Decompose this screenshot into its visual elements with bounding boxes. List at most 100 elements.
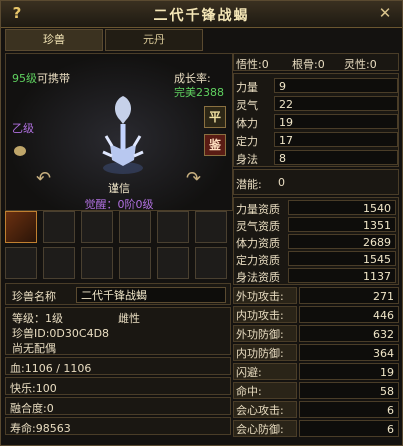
attribute-row: 定力 17 <box>234 132 400 148</box>
combat-label: 闪避: <box>233 363 297 380</box>
tab-bar: 珍兽 元丹 <box>5 29 229 51</box>
pet-gender: 雌性 <box>118 312 140 325</box>
skill-slot[interactable] <box>81 211 113 243</box>
pet-level: 等级：1级 <box>12 312 63 325</box>
life-text: 寿命:98563 <box>10 422 71 435</box>
potential-value: 0 <box>278 176 285 189</box>
attribute-value: 9 <box>274 78 398 93</box>
carry-level-number: 95级 <box>12 72 37 85</box>
potential-box: 潜能: 0 <box>233 169 399 195</box>
aptitude-value: 1545 <box>288 251 396 266</box>
skill-slots-row-1 <box>5 211 231 245</box>
combat-value: 364 <box>299 344 399 361</box>
aptitude-row: 力量资质 1540 <box>234 200 400 216</box>
aptitude-label: 身法资质 <box>236 271 280 284</box>
awaken-level: 觉醒：0阶0级 <box>84 198 154 211</box>
skill-slot[interactable] <box>43 211 75 243</box>
attribute-row: 体力 19 <box>234 114 400 130</box>
skill-slots-row-2 <box>5 247 231 281</box>
attribute-value: 17 <box>274 132 398 147</box>
attribute-value: 22 <box>274 96 398 111</box>
combat-label: 外功防御: <box>233 325 297 342</box>
hp-text: 血:1106 / 1106 <box>10 362 92 375</box>
combat-value: 58 <box>299 382 399 399</box>
aptitude-box: 力量资质 1540 灵气资质 1351 体力资质 2689 定力资质 1545 … <box>233 197 399 285</box>
talent-row: 悟性:0 根骨:0 灵性:0 <box>233 53 399 71</box>
combat-label: 会心防御: <box>233 420 297 437</box>
fusion-row: 融合度:0 <box>5 397 231 415</box>
appraise-normal-button[interactable]: 平 <box>204 106 226 128</box>
skill-slot[interactable] <box>119 247 151 279</box>
combat-row: 内功攻击: 446 <box>233 306 399 324</box>
attribute-label: 体力 <box>236 117 258 130</box>
happy-text: 快乐:100 <box>10 382 57 395</box>
happy-row: 快乐:100 <box>5 377 231 395</box>
title-bar[interactable]: ? 二代千锋战蝎 ✕ <box>1 1 402 28</box>
life-row: 寿命:98563 <box>5 417 231 435</box>
combat-label: 外功攻击: <box>233 287 297 304</box>
skill-slot[interactable] <box>195 247 227 279</box>
pet-detail-box: 等级：1级 雌性 珍兽ID:0D30C4D8 尚无配偶 <box>5 307 231 355</box>
skill-slot[interactable] <box>119 211 151 243</box>
aptitude-value: 1137 <box>288 268 396 283</box>
aptitude-row: 体力资质 2689 <box>234 234 400 250</box>
pet-id: 珍兽ID:0D30C4D8 <box>12 327 110 340</box>
pet-name-label: 珍兽名称 <box>12 290 56 303</box>
combat-value: 6 <box>299 420 399 437</box>
combat-label: 内功防御: <box>233 344 297 361</box>
pet-status-icon[interactable] <box>14 146 26 156</box>
tab-pet[interactable]: 珍兽 <box>5 29 103 51</box>
wuxing-text: 悟性:0 <box>236 58 269 71</box>
combat-label: 命中: <box>233 382 297 399</box>
skill-slot[interactable] <box>157 211 189 243</box>
combat-row: 外功攻击: 271 <box>233 287 399 305</box>
aptitude-label: 体力资质 <box>236 237 280 250</box>
lingxing-text: 灵性:0 <box>344 58 377 71</box>
attribute-label: 身法 <box>236 153 258 166</box>
skill-slot[interactable] <box>157 247 189 279</box>
potential-label: 潜能: <box>236 178 262 191</box>
close-icon[interactable]: ✕ <box>376 4 394 22</box>
pet-grade: 乙级 <box>12 122 34 135</box>
attribute-value: 19 <box>274 114 398 129</box>
aptitude-row: 身法资质 1137 <box>234 268 400 284</box>
carry-level: 95级可携带 <box>12 70 70 86</box>
combat-value: 19 <box>299 363 399 380</box>
appraise-button[interactable]: 鉴 <box>204 134 226 156</box>
pet-title: 谨信 <box>108 182 130 195</box>
attribute-label: 灵气 <box>236 99 258 112</box>
pet-name-field[interactable]: 二代千锋战蝎 <box>76 287 226 303</box>
combat-row: 内功防御: 364 <box>233 344 399 362</box>
combat-value: 446 <box>299 306 399 323</box>
combat-label: 内功攻击: <box>233 306 297 323</box>
combat-row: 会心攻击: 6 <box>233 401 399 419</box>
skill-slot[interactable] <box>5 211 37 243</box>
carry-level-suffix: 可携带 <box>37 72 70 85</box>
skill-slot[interactable] <box>195 211 227 243</box>
combat-row: 外功防御: 632 <box>233 325 399 343</box>
attribute-row: 身法 8 <box>234 150 400 166</box>
aptitude-label: 灵气资质 <box>236 220 280 233</box>
pet-model-panel: 95级可携带 成长率: 完美2388 乙级 平 鉴 ↶ ↷ 谨信 觉醒：0阶0级 <box>5 53 233 211</box>
aptitude-row: 定力资质 1545 <box>234 251 400 267</box>
hp-row: 血:1106 / 1106 <box>5 357 231 375</box>
combat-row: 命中: 58 <box>233 382 399 400</box>
combat-value: 6 <box>299 401 399 418</box>
fusion-text: 融合度:0 <box>10 402 54 415</box>
attribute-value: 8 <box>274 150 398 165</box>
skill-slot[interactable] <box>81 247 113 279</box>
scorpion-pet-image <box>102 96 144 174</box>
attribute-box: 力量 9 灵气 22 体力 19 定力 17 身法 8 <box>233 73 399 167</box>
attribute-row: 力量 9 <box>234 78 400 94</box>
aptitude-value: 1540 <box>288 200 396 215</box>
skill-slot[interactable] <box>43 247 75 279</box>
genggu-text: 根骨:0 <box>292 58 325 71</box>
tab-yuandan[interactable]: 元丹 <box>105 29 203 51</box>
aptitude-label: 定力资质 <box>236 254 280 267</box>
attribute-label: 定力 <box>236 135 258 148</box>
combat-row: 闪避: 19 <box>233 363 399 381</box>
attribute-label: 力量 <box>236 81 258 94</box>
skill-slot[interactable] <box>5 247 37 279</box>
aptitude-value: 1351 <box>288 217 396 232</box>
combat-label: 会心攻击: <box>233 401 297 418</box>
